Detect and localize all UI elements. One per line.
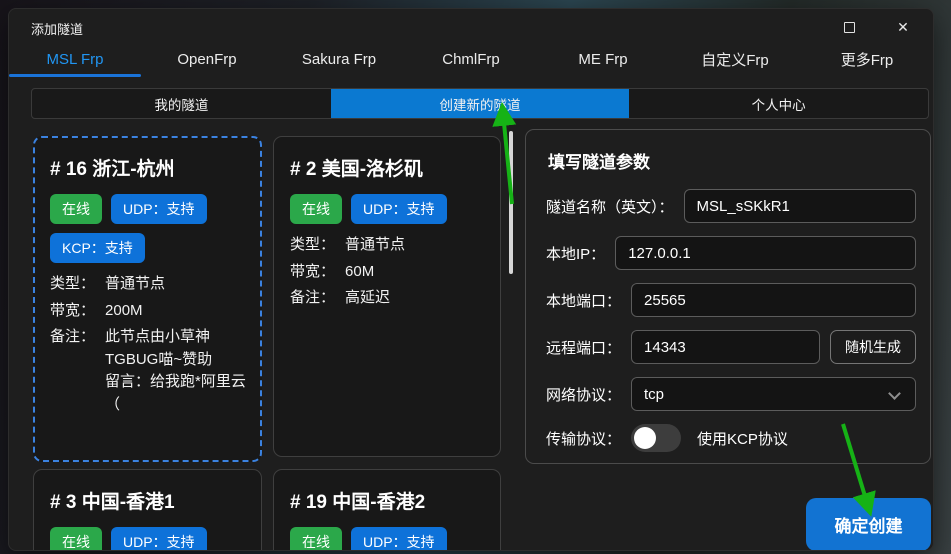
capability-badge: UDP：支持: [111, 527, 207, 551]
tunnel-params-panel: 填写隧道参数 隧道名称（英文）： 本地IP： 本地端口： 远程端口： 随机生成 …: [525, 129, 931, 464]
node-card-2[interactable]: # 3 中国-香港1在线UDP：支持类型：普通节点: [33, 469, 262, 551]
node-field-label: 备注：: [290, 287, 335, 310]
node-field-label: 带宽：: [50, 300, 95, 323]
local-ip-input[interactable]: [615, 236, 916, 270]
node-field-value: 此节点由小草神TGBUG喵~赞助 留言：给我跑*阿里云（: [105, 326, 247, 416]
window-title: 添加隧道: [31, 19, 83, 38]
confirm-create-button[interactable]: 确定创建: [806, 498, 931, 551]
status-online-badge: 在线: [50, 194, 102, 224]
protocol-select[interactable]: tcp: [631, 377, 916, 411]
node-field-row: 带宽： 200M: [50, 300, 247, 323]
node-card-title: # 2 美国-洛杉矶: [290, 154, 486, 181]
frp-tab-4[interactable]: ME Frp: [537, 41, 669, 77]
node-field-value: 200M: [105, 300, 247, 323]
capability-badge: KCP：支持: [50, 233, 145, 263]
frp-tab-0[interactable]: MSL Frp: [9, 41, 141, 77]
tunnel-name-input[interactable]: [684, 189, 916, 223]
status-online-badge: 在线: [290, 194, 342, 224]
local-ip-row: 本地IP：: [546, 236, 916, 270]
title-bar: 添加隧道 ✕: [9, 9, 933, 43]
remote-port-row: 远程端口： 随机生成: [546, 330, 916, 364]
transport-label: 传输协议：: [546, 428, 621, 449]
frp-provider-tabs: MSL FrpOpenFrpSakura FrpChmlFrpME Frp自定义…: [9, 41, 933, 77]
panel-title: 填写隧道参数: [548, 148, 916, 173]
node-badges: 在线 UDP：支持 KCP：支持: [50, 194, 226, 263]
transport-row: 传输协议： 使用KCP协议: [546, 424, 916, 452]
node-badges: 在线UDP：支持KCP：支持: [290, 527, 466, 551]
remote-port-label: 远程端口：: [546, 337, 621, 358]
window-controls: ✕: [829, 15, 923, 39]
node-field-value: 普通节点: [105, 273, 247, 296]
nav-tab-2[interactable]: 个人中心: [629, 89, 928, 118]
node-field-value: 60M: [345, 261, 486, 284]
node-field-label: 类型：: [290, 234, 335, 257]
section-nav-tabs: 我的隧道创建新的隧道个人中心: [31, 88, 929, 119]
capability-badge: UDP：支持: [351, 194, 447, 224]
frp-tab-6[interactable]: 更多Frp: [801, 41, 933, 77]
protocol-selected-value: tcp: [644, 386, 664, 403]
local-port-row: 本地端口：: [546, 283, 916, 317]
local-port-input[interactable]: [631, 283, 916, 317]
capability-badge: UDP：支持: [111, 194, 207, 224]
node-field-value: 高延迟: [345, 287, 486, 310]
close-icon: ✕: [897, 20, 909, 34]
node-card-3[interactable]: # 19 中国-香港2在线UDP：支持KCP：支持: [273, 469, 501, 551]
node-card-title: # 19 中国-香港2: [290, 487, 486, 514]
node-fields: 类型： 普通节点带宽： 60M 备注： 高延迟: [290, 234, 486, 310]
node-fields: 类型： 普通节点带宽： 200M 备注：此节点由小草神TGBUG喵~赞助 留言：给我跑…: [50, 273, 247, 416]
frp-tab-1[interactable]: OpenFrp: [141, 41, 273, 77]
node-card-title: # 16 浙江-杭州: [50, 154, 247, 181]
node-badges: 在线 UDP：支持: [290, 194, 466, 224]
random-generate-button[interactable]: 随机生成: [830, 330, 916, 364]
status-online-badge: 在线: [50, 527, 102, 551]
frp-tab-2[interactable]: Sakura Frp: [273, 41, 405, 77]
node-field-label: 备注：: [50, 326, 95, 416]
tunnel-name-row: 隧道名称（英文）：: [546, 189, 916, 223]
frp-tab-3[interactable]: ChmlFrp: [405, 41, 537, 77]
node-field-label: 类型：: [50, 273, 95, 296]
node-list-scrollbar[interactable]: [509, 131, 513, 274]
node-field-row: 备注： 高延迟: [290, 287, 486, 310]
node-card-title: # 3 中国-香港1: [50, 487, 247, 514]
node-badges: 在线 UDP：支持: [50, 527, 226, 551]
maximize-button[interactable]: [829, 15, 869, 39]
frp-tab-5[interactable]: 自定义Frp: [669, 41, 801, 77]
node-card-1[interactable]: # 2 美国-洛杉矶在线 UDP：支持类型： 普通节点带宽： 60M 备注： 高延迟: [273, 136, 501, 457]
kcp-toggle-caption: 使用KCP协议: [697, 428, 788, 449]
status-online-badge: 在线: [290, 527, 342, 551]
chevron-down-icon: [888, 387, 901, 400]
kcp-toggle-knob: [634, 427, 656, 449]
maximize-icon: [844, 22, 855, 33]
kcp-toggle[interactable]: [631, 424, 681, 452]
capability-badge: UDP：支持: [351, 527, 447, 551]
node-field-row: 类型： 普通节点: [50, 273, 247, 296]
add-tunnel-dialog: 添加隧道 ✕ MSL FrpOpenFrpSakura FrpChmlFrpME…: [8, 8, 934, 551]
node-field-row: 备注：此节点由小草神TGBUG喵~赞助 留言：给我跑*阿里云（: [50, 326, 247, 416]
node-field-label: 带宽：: [290, 261, 335, 284]
node-field-value: 普通节点: [345, 234, 486, 257]
protocol-row: 网络协议： tcp: [546, 377, 916, 411]
local-port-label: 本地端口：: [546, 290, 621, 311]
close-button[interactable]: ✕: [883, 15, 923, 39]
remote-port-input[interactable]: [631, 330, 820, 364]
node-field-row: 类型： 普通节点: [290, 234, 486, 257]
tunnel-name-label: 隧道名称（英文）：: [546, 196, 674, 217]
nav-tab-0[interactable]: 我的隧道: [32, 89, 331, 118]
local-ip-label: 本地IP：: [546, 243, 605, 264]
node-card-0[interactable]: # 16 浙江-杭州在线 UDP：支持 KCP：支持类型： 普通节点带宽： 200M 备注…: [33, 136, 262, 462]
nav-tab-1[interactable]: 创建新的隧道: [331, 89, 630, 118]
protocol-label: 网络协议：: [546, 384, 621, 405]
node-field-row: 带宽： 60M: [290, 261, 486, 284]
